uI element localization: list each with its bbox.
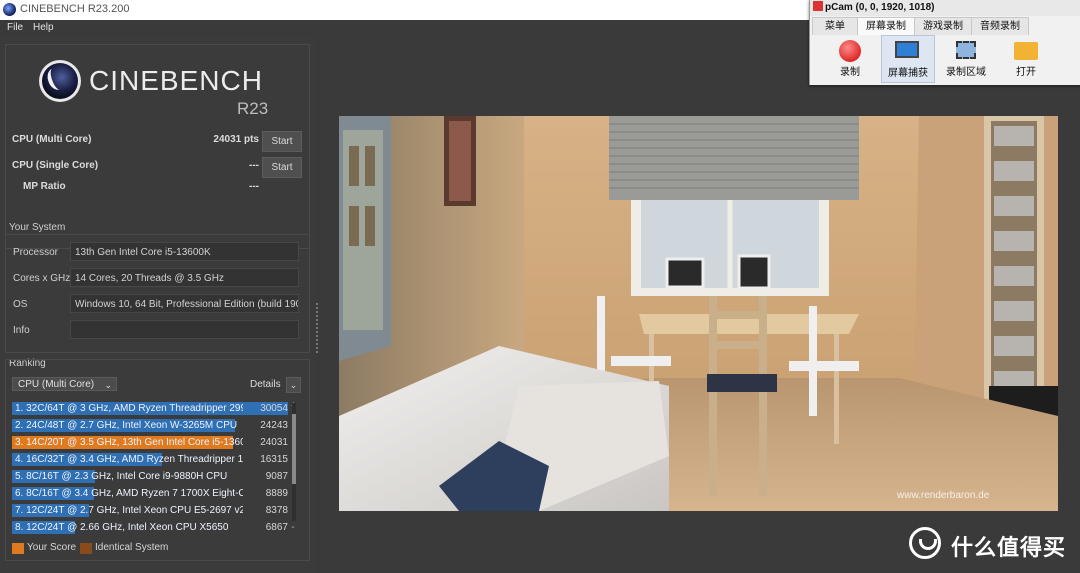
pcam-record-button[interactable]: 录制 (824, 35, 876, 81)
os-field: Windows 10, 64 Bit, Professional Edition… (70, 294, 299, 313)
info-field[interactable] (70, 320, 299, 339)
cinebench-logo-icon (42, 63, 78, 99)
ranking-row[interactable]: 7. 12C/24T @ 2.7 GHz, Intel Xeon CPU E5-… (12, 503, 288, 518)
bench-row-multi: CPU (Multi Core) 24031 pts Start (6, 131, 309, 152)
cores-field: 14 Cores, 20 Threads @ 3.5 GHz (70, 268, 299, 287)
record-icon (839, 40, 861, 62)
pcam-record-region-button[interactable]: 录制区域 (940, 35, 992, 81)
details-toggle-button[interactable]: ⌄ (286, 377, 301, 393)
ranking-row-score: 24243 (260, 420, 288, 431)
rendered-room-image: www.renderbaron.de (339, 116, 1058, 511)
ranking-scroll-thumb[interactable] (292, 414, 296, 484)
window-title: CINEBENCH R23.200 (20, 3, 130, 15)
ranking-row-label: 8. 12C/24T @ 2.66 GHz, Intel Xeon CPU X5… (15, 522, 229, 533)
smzdm-logo-icon (909, 527, 941, 559)
region-icon (956, 41, 976, 59)
processor-label: Processor (13, 247, 59, 258)
ranking-row[interactable]: 1. 32C/64T @ 3 GHz, AMD Ryzen Threadripp… (12, 401, 288, 416)
ranking-row-label: 4. 16C/32T @ 3.4 GHz, AMD Ryzen Threadri… (15, 454, 243, 465)
ranking-row[interactable]: 6. 8C/16T @ 3.4 GHz, AMD Ryzen 7 1700X E… (12, 486, 288, 501)
logo-brand: CINEBENCH (89, 65, 263, 96)
pcam-tab-menu[interactable]: 菜单 (812, 17, 858, 35)
processor-field: 13th Gen Intel Core i5-13600K (70, 242, 299, 261)
pcam-app-icon (813, 1, 823, 11)
your-system-title: Your System (9, 222, 66, 233)
ranking-row-score: 9087 (265, 471, 288, 482)
bench-single-value: --- (249, 160, 259, 171)
ranking-row-score: 24031 (260, 437, 288, 448)
your-score-legend: Your Score (27, 542, 77, 553)
cinebench-app-icon (3, 3, 16, 16)
render-viewport: www.renderbaron.de (339, 116, 1058, 511)
scroll-down-icon[interactable]: ⌄ (290, 522, 296, 530)
identical-system-legend: Identical System (95, 542, 169, 553)
logo-version: R23 (237, 99, 269, 118)
ranking-row-score: 8889 (265, 488, 288, 499)
pcam-tab-screen-record[interactable]: 屏幕录制 (857, 17, 915, 35)
monitor-icon (895, 41, 919, 58)
system-box: Processor 13th Gen Intel Core i5-13600K … (5, 234, 310, 353)
ranking-row-label: 1. 32C/64T @ 3 GHz, AMD Ryzen Threadripp… (15, 403, 243, 414)
ranking-row-label: 2. 24C/48T @ 2.7 GHz, Intel Xeon W-3265M… (15, 420, 238, 431)
pcam-screen-capture-label: 屏幕捕获 (888, 68, 928, 79)
ranking-row[interactable]: 2. 24C/48T @ 2.7 GHz, Intel Xeon W-3265M… (12, 418, 288, 433)
pcam-open-label: 打开 (1016, 67, 1036, 78)
ranking-row-label: 5. 8C/16T @ 2.3 GHz, Intel Core i9-9880H… (15, 471, 228, 482)
bench-mp-label: MP Ratio (23, 181, 66, 192)
pcam-record-region-label: 录制区域 (946, 67, 986, 78)
panel-splitter-handle[interactable] (316, 303, 320, 353)
start-single-button[interactable]: Start (262, 157, 302, 178)
info-label: Info (13, 325, 30, 336)
ranking-row-score: 8378 (265, 505, 288, 516)
bench-multi-label: CPU (Multi Core) (12, 134, 92, 145)
bench-mp-value: --- (249, 181, 259, 192)
ranking-type-value: CPU (Multi Core) (18, 379, 95, 390)
bench-multi-value: 24031 pts (213, 134, 259, 145)
pcam-tab-game-record[interactable]: 游戏录制 (914, 17, 972, 35)
pcam-window: pCam (0, 0, 1920, 1018) 菜单 屏幕录制 游戏录制 音频录… (809, 0, 1080, 85)
bench-row-single: CPU (Single Core) --- Start (6, 157, 309, 178)
pcam-record-label: 录制 (840, 67, 860, 78)
render-credit: www.renderbaron.de (896, 490, 990, 501)
ranking-row-score: 30054 (260, 403, 288, 414)
os-label: OS (13, 299, 28, 310)
bench-row-mp: MP Ratio --- (6, 179, 309, 195)
ranking-row-label: 3. 14C/20T @ 3.5 GHz, 13th Gen Intel Cor… (15, 437, 243, 448)
benchmark-box: CINEBENCH R23 CPU (Multi Core) 24031 pts… (5, 44, 310, 249)
cores-label: Cores x GHz (13, 273, 71, 284)
pcam-screen-capture-button[interactable]: 屏幕捕获 (881, 35, 935, 83)
identical-system-swatch (80, 543, 92, 554)
pcam-titlebar: pCam (0, 0, 1920, 1018) (810, 0, 1080, 16)
pcam-open-button[interactable]: 打开 (1000, 35, 1052, 81)
pcam-tab-audio-record[interactable]: 音频录制 (971, 17, 1029, 35)
ranking-row-label: 6. 8C/16T @ 3.4 GHz, AMD Ryzen 7 1700X E… (15, 488, 243, 499)
menu-help[interactable]: Help (33, 22, 54, 33)
start-multi-button[interactable]: Start (262, 131, 302, 152)
menu-file[interactable]: File (7, 22, 23, 33)
ranking-row-label: 7. 12C/24T @ 2.7 GHz, Intel Xeon CPU E5-… (15, 505, 243, 516)
folder-icon (1014, 42, 1038, 60)
ranking-row-score: 16315 (260, 454, 288, 465)
ranking-row[interactable]: 5. 8C/16T @ 2.3 GHz, Intel Core i9-9880H… (12, 469, 288, 484)
pcam-title: pCam (0, 0, 1920, 1018) (825, 2, 935, 13)
details-label: Details (250, 379, 281, 390)
ranking-row[interactable]: 8. 12C/24T @ 2.66 GHz, Intel Xeon CPU X5… (12, 520, 288, 535)
ranking-row-score: 6867 (265, 522, 288, 533)
your-score-swatch (12, 543, 24, 554)
watermark-text: 什么值得买 (951, 535, 1067, 560)
ranking-row[interactable]: 3. 14C/20T @ 3.5 GHz, 13th Gen Intel Cor… (12, 435, 288, 450)
chevron-down-icon: ⌄ (104, 380, 112, 390)
bench-single-label: CPU (Single Core) (12, 160, 99, 171)
ranking-type-dropdown[interactable]: CPU (Multi Core) ⌄ (12, 377, 117, 391)
ranking-row[interactable]: 4. 16C/32T @ 3.4 GHz, AMD Ryzen Threadri… (12, 452, 288, 467)
